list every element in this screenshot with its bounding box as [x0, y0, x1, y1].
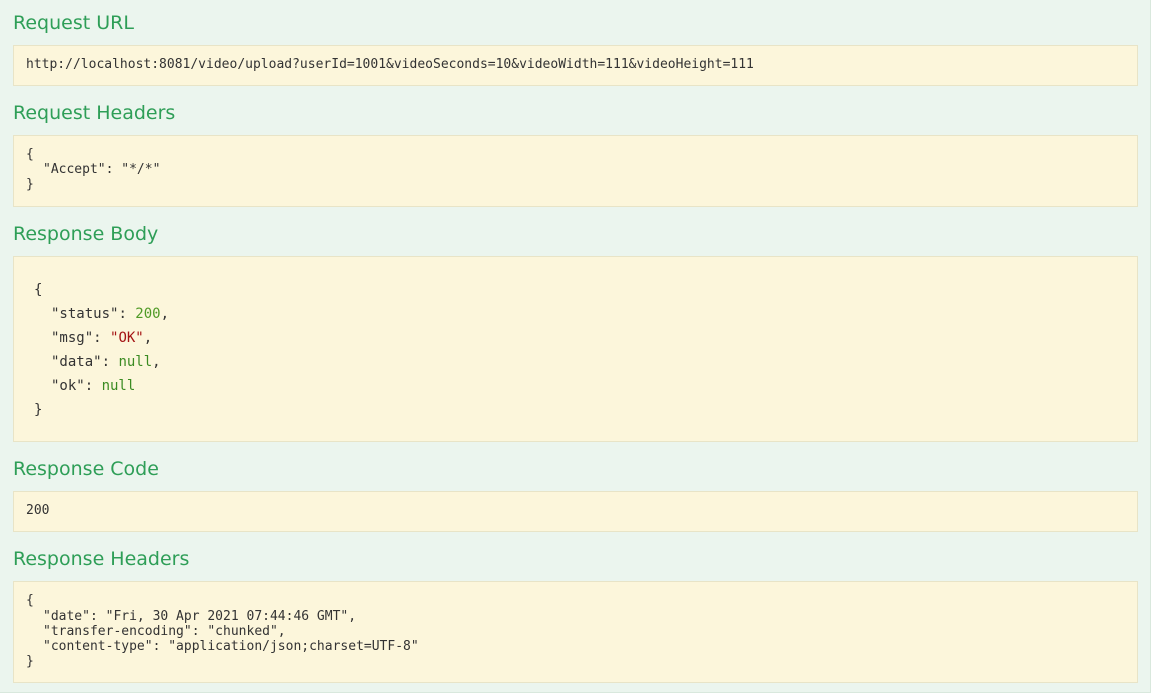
response-code-value: 200	[26, 503, 50, 518]
json-value-msg: "OK"	[110, 330, 144, 346]
json-key-msg: "msg"	[51, 330, 94, 346]
request-headers-open-brace: {	[26, 147, 34, 162]
response-code-block: 200	[13, 491, 1138, 532]
response-header-date: "date": "Fri, 30 Apr 2021 07:44:46 GMT",	[43, 609, 357, 624]
json-comma: ,	[143, 330, 153, 346]
response-header-content-type: "content-type": "application/json;charse…	[43, 639, 419, 654]
response-headers-block: { "date": "Fri, 30 Apr 2021 07:44:46 GMT…	[13, 581, 1138, 683]
request-url-title: Request URL	[13, 12, 134, 34]
request-headers-close-brace: }	[26, 177, 34, 192]
request-headers-block: { "Accept": "*/*" }	[13, 135, 1138, 207]
json-value-status: 200	[135, 306, 161, 322]
response-header-transfer-encoding: "transfer-encoding": "chunked",	[43, 624, 286, 639]
json-value-data: null	[118, 354, 153, 370]
json-value-ok: null	[101, 378, 136, 394]
response-headers-close-brace: }	[26, 654, 34, 669]
json-comma: ,	[152, 354, 161, 370]
response-code-title: Response Code	[13, 458, 159, 480]
response-headers-open-brace: {	[26, 593, 34, 608]
request-header-accept: "Accept": "*/*"	[43, 162, 161, 177]
response-body-field-msg: "msg": "OK",	[51, 330, 153, 346]
json-key-data: "data"	[51, 354, 102, 370]
response-body-open-brace: {	[34, 282, 43, 298]
response-body-block: { "status": 200, "msg": "OK", "data": nu…	[13, 256, 1138, 442]
response-body-field-status: "status": 200,	[51, 306, 170, 322]
response-body-title: Response Body	[13, 223, 159, 245]
response-body-close-brace: }	[34, 402, 43, 418]
request-url-block: http://localhost:8081/video/upload?userI…	[13, 45, 1138, 86]
json-key-ok: "ok"	[51, 378, 85, 394]
response-body-field-ok: "ok": null	[51, 378, 136, 394]
request-headers-title: Request Headers	[13, 102, 176, 124]
response-body-field-data: "data": null,	[51, 354, 161, 370]
request-url-value[interactable]: http://localhost:8081/video/upload?userI…	[26, 57, 754, 73]
response-panel: Request URL http://localhost:8081/video/…	[0, 0, 1151, 693]
json-key-status: "status"	[51, 306, 119, 322]
json-comma: ,	[160, 306, 170, 322]
response-headers-title: Response Headers	[13, 548, 190, 570]
